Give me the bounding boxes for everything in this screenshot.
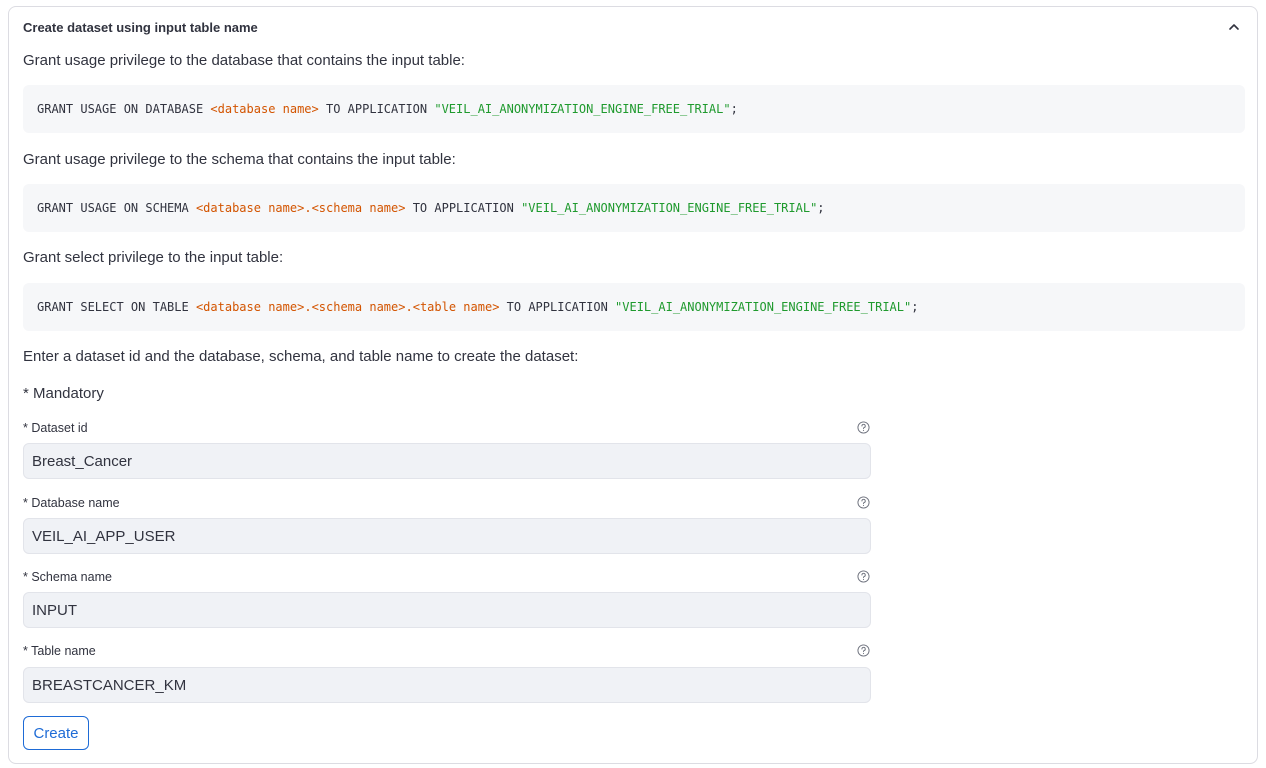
dataset-id-label: * Dataset id: [23, 421, 88, 435]
code-separator: .: [405, 300, 413, 314]
expander-title: Create dataset using input table name: [23, 20, 258, 35]
code-block-grant-schema: GRANT USAGE ON SCHEMA <database name>.<s…: [23, 184, 1245, 232]
code-schema-placeholder: <schema name>: [311, 300, 406, 314]
chevron-up-icon[interactable]: [1227, 21, 1241, 33]
code-text: ;: [730, 102, 738, 116]
code-text: ;: [911, 300, 919, 314]
question-circle-icon[interactable]: [857, 421, 870, 434]
code-database-placeholder: <database name>: [210, 102, 319, 116]
code-text: TO APPLICATION: [318, 102, 435, 116]
database-name-input[interactable]: [23, 518, 871, 554]
schema-name-input[interactable]: [23, 592, 871, 628]
database-name-label: * Database name: [23, 496, 120, 510]
code-schema-placeholder: <schema name>: [311, 201, 406, 215]
dataset-id-input[interactable]: [23, 443, 871, 479]
code-text: GRANT SELECT ON TABLE: [37, 300, 196, 314]
code-table-placeholder: <table name>: [412, 300, 500, 314]
instruction-grant-database: Grant usage privilege to the database th…: [23, 52, 465, 69]
code-database-placeholder: <database name>: [195, 300, 305, 314]
expander-header[interactable]: Create dataset using input table name: [9, 7, 1257, 47]
code-text: GRANT USAGE ON DATABASE: [37, 102, 211, 116]
code-app-name: "VEIL_AI_ANONYMIZATION_ENGINE_FREE_TRIAL…: [521, 201, 818, 215]
code-text: TO APPLICATION: [499, 300, 616, 314]
question-circle-icon[interactable]: [857, 570, 870, 583]
code-block-grant-table: GRANT SELECT ON TABLE <database name>.<s…: [23, 283, 1245, 331]
code-app-name: "VEIL_AI_ANONYMIZATION_ENGINE_FREE_TRIAL…: [434, 102, 731, 116]
instruction-grant-table: Grant select privilege to the input tabl…: [23, 249, 284, 266]
code-separator: .: [304, 201, 312, 215]
table-name-label: * Table name: [23, 644, 96, 658]
question-circle-icon[interactable]: [857, 644, 870, 657]
question-circle-icon[interactable]: [857, 496, 870, 509]
mandatory-note: * Mandatory: [23, 385, 104, 402]
create-button[interactable]: Create: [23, 716, 89, 750]
code-block-grant-database: GRANT USAGE ON DATABASE <database name> …: [23, 85, 1245, 133]
instruction-grant-schema: Grant usage privilege to the schema that…: [23, 151, 456, 168]
code-text: GRANT USAGE ON SCHEMA: [37, 201, 196, 215]
code-app-name: "VEIL_AI_ANONYMIZATION_ENGINE_FREE_TRIAL…: [615, 300, 912, 314]
code-database-placeholder: <database name>: [195, 201, 305, 215]
code-text: TO APPLICATION: [405, 201, 522, 215]
code-separator: .: [304, 300, 312, 314]
table-name-input[interactable]: [23, 667, 871, 703]
schema-name-label: * Schema name: [23, 570, 112, 584]
dataset-expander: Create dataset using input table name Gr…: [8, 6, 1258, 764]
instruction-enter-dataset: Enter a dataset id and the database, sch…: [23, 348, 579, 365]
code-text: ;: [817, 201, 825, 215]
